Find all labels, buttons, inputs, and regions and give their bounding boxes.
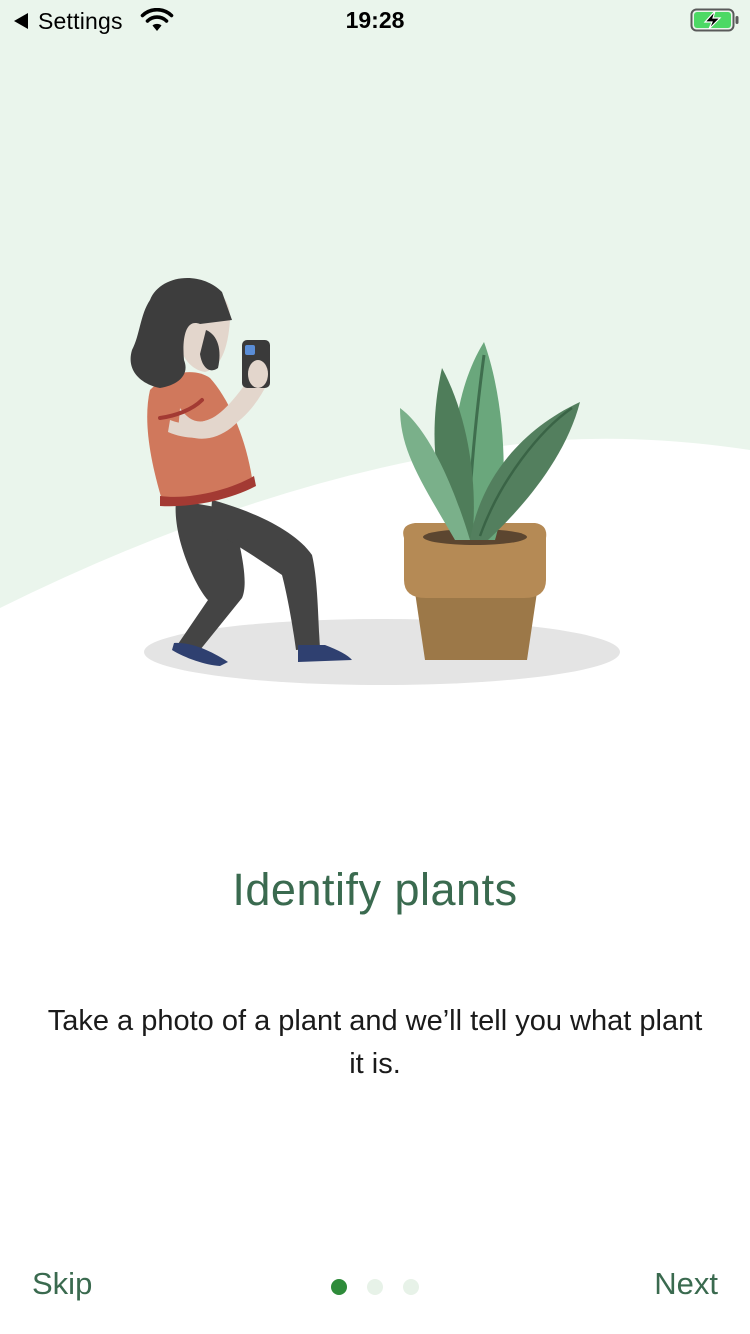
onboarding-illustration: [0, 0, 750, 685]
page-dot-2[interactable]: [367, 1279, 383, 1295]
battery-charging-icon: [690, 8, 739, 32]
status-bar: Settings 19:28: [0, 0, 750, 40]
page-dot-3[interactable]: [403, 1279, 419, 1295]
status-time: 19:28: [345, 7, 405, 33]
onboarding-title: Identify plants: [232, 864, 518, 915]
page-dot-1[interactable]: [331, 1279, 347, 1295]
hero-background: [0, 0, 750, 608]
next-button[interactable]: Next: [654, 1266, 718, 1302]
page-indicator: [0, 1279, 750, 1295]
onboarding-description: Take a photo of a plant and we’ll tell y…: [47, 1005, 703, 1080]
